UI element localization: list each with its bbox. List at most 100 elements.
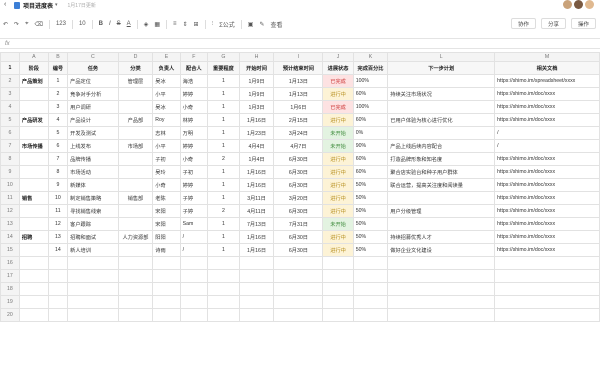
cell[interactable]: 6月30日 [273,152,324,166]
header-cell[interactable]: 完成百分比 [352,61,389,75]
merge-cells-icon[interactable]: ⊞ [191,18,202,30]
cell[interactable]: 吴玲 [152,165,181,179]
cell[interactable]: 婷婷 [179,178,209,192]
font-size-select[interactable]: 10 [76,18,89,30]
row-number[interactable]: 2 [0,74,20,88]
column-header[interactable]: J [322,52,354,62]
formula-bar[interactable]: fx [0,38,600,49]
cell[interactable]: 小奇 [152,178,181,192]
cell[interactable]: 7月13日 [238,217,275,231]
cell[interactable] [18,204,49,218]
formula-button[interactable]: Σ公式 [216,18,238,30]
align-icon[interactable]: ≡ [170,18,180,30]
cell[interactable]: 招聘 [18,230,49,244]
cell[interactable] [117,152,154,166]
cell[interactable]: 客户跟踪 [67,217,119,231]
cell[interactable]: Sam [179,217,209,231]
cell[interactable] [387,74,496,88]
view-menu[interactable]: 查看 [268,18,286,30]
cell[interactable] [117,165,154,179]
cell[interactable]: 90% [352,139,389,153]
row-number[interactable]: 9 [0,165,20,179]
cell[interactable] [18,256,49,270]
cell[interactable]: 小奇 [179,100,209,114]
header-cell[interactable]: 开始时间 [238,61,275,75]
cell[interactable]: https://shimo.im/doc/xxxx [494,113,600,127]
column-header[interactable]: D [117,52,154,62]
cell[interactable]: https://shimo.im/doc/xxxx [494,191,600,205]
column-header[interactable]: M [494,52,600,62]
cell[interactable]: https://shimo.im/doc/xxxx [494,204,600,218]
status-cell[interactable]: 进行中 [322,113,354,127]
cell[interactable]: https://shimo.im/doc/xxxx [494,178,600,192]
cell[interactable]: 50% [352,217,389,231]
status-cell[interactable]: 未开始 [322,139,354,153]
cell[interactable]: 60% [352,165,389,179]
cell[interactable]: 1月23日 [238,126,275,140]
cell[interactable]: 1 [207,126,240,140]
comment-icon[interactable]: ✎ [256,18,267,30]
row-number[interactable]: 10 [0,178,20,192]
row-number[interactable]: 13 [0,217,20,231]
cell[interactable]: 2 [207,152,240,166]
cell[interactable] [322,282,354,296]
cell[interactable]: / [494,139,600,153]
status-cell[interactable]: 进行中 [322,165,354,179]
header-cell[interactable]: 下一步计划 [387,61,496,75]
cell[interactable]: 6月30日 [273,243,324,257]
cell[interactable] [117,295,154,309]
cell[interactable] [152,295,181,309]
strikethrough-button[interactable]: S [114,18,124,30]
cell[interactable] [152,282,181,296]
image-icon[interactable]: ▣ [245,18,257,30]
cell[interactable]: 1 [207,178,240,192]
cell[interactable] [117,256,154,270]
cell[interactable]: 产品设计 [67,113,119,127]
cell[interactable]: 寻找销售线索 [67,204,119,218]
fill-color-icon[interactable]: ◈ [141,18,152,30]
cell[interactable] [47,295,69,309]
cell[interactable]: 2 [47,87,69,101]
cell[interactable]: 1 [207,100,240,114]
column-header[interactable]: H [238,52,275,62]
select-all-corner[interactable] [0,52,20,62]
cell[interactable]: 11 [47,204,69,218]
cell[interactable]: 持续关注市场状况 [387,87,496,101]
cell[interactable]: 5 [47,126,69,140]
borders-icon[interactable]: ▦ [151,18,163,30]
status-cell[interactable]: 进行中 [322,87,354,101]
cell[interactable] [18,152,49,166]
cell[interactable]: 4月11日 [238,204,275,218]
cell[interactable] [117,217,154,231]
cell[interactable]: 12 [47,217,69,231]
cell[interactable]: 6月30日 [273,204,324,218]
cell[interactable]: 50% [352,230,389,244]
share-button[interactable]: 分享 [540,18,566,29]
cell[interactable]: 60% [352,113,389,127]
cell[interactable]: 1 [207,113,240,127]
row-number[interactable]: 18 [0,282,20,296]
cell[interactable] [18,178,49,192]
cell[interactable]: 销售 [18,191,49,205]
row-number[interactable]: 20 [0,308,20,322]
cell[interactable]: / [494,126,600,140]
cell[interactable] [18,217,49,231]
column-header[interactable]: E [152,52,181,62]
cell[interactable] [207,295,240,309]
doc-title[interactable]: 项目进度表 [23,1,53,10]
cell[interactable]: 60% [352,152,389,166]
cell[interactable]: 3 [47,100,69,114]
filter-icon[interactable]: ⫶ [209,18,217,30]
cell[interactable]: 海浩 [179,74,209,88]
cell[interactable]: 1月13日 [273,74,324,88]
cell[interactable]: 3月24日 [273,126,324,140]
cell[interactable]: 聚合店实验台和种子用户群体 [387,165,496,179]
cell[interactable]: 1月9日 [238,87,275,101]
cell[interactable]: 2月15日 [273,113,324,127]
number-format-button[interactable]: 123 [53,18,69,30]
column-header[interactable]: F [179,52,209,62]
cell[interactable]: 7 [47,152,69,166]
cell[interactable]: 人力资源部 [117,230,154,244]
cell[interactable] [47,256,69,270]
cell[interactable]: 持续招募优秀人才 [387,230,496,244]
